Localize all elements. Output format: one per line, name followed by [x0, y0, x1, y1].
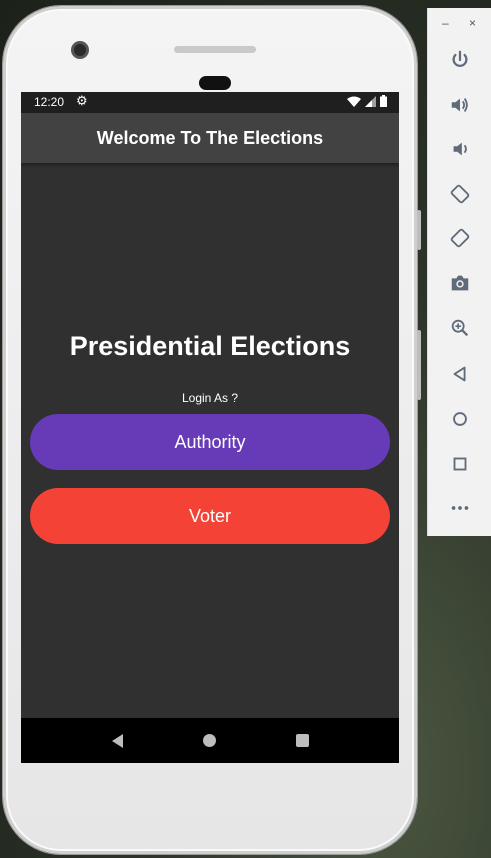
voter-button[interactable]: Voter — [30, 488, 390, 544]
volume-up-button[interactable] — [446, 91, 474, 119]
earpiece — [199, 76, 231, 90]
phone-side-button — [417, 330, 421, 400]
home-nav-button[interactable] — [446, 405, 474, 433]
rotate-right-button[interactable] — [446, 224, 474, 252]
app-bar: Welcome To The Elections — [21, 113, 399, 163]
screenshot-button[interactable] — [446, 269, 474, 297]
settings-icon: ⚙ — [76, 93, 88, 108]
front-camera — [71, 41, 89, 59]
speaker-grille — [174, 46, 256, 53]
authority-button-label: Authority — [174, 431, 246, 452]
back-icon — [111, 733, 123, 748]
rotate-left-icon — [450, 184, 470, 204]
more-button[interactable] — [446, 494, 474, 522]
more-icon — [451, 506, 469, 510]
home-button[interactable] — [195, 726, 225, 756]
phone-side-button — [417, 210, 421, 250]
minimize-button[interactable]: – — [442, 16, 449, 30]
main-content: Presidential Elections Login As ? Author… — [21, 163, 399, 718]
overview-button[interactable] — [288, 726, 318, 756]
voter-button-label: Voter — [188, 505, 232, 526]
volume-up-icon — [451, 98, 468, 112]
rotate-right-icon — [450, 228, 470, 248]
home-icon — [203, 734, 217, 747]
back-icon — [453, 366, 466, 382]
rotate-left-button[interactable] — [446, 180, 474, 208]
app-bar-title: Welcome To The Elections — [96, 127, 324, 148]
navigation-bar — [21, 718, 399, 763]
status-time: 12:20 — [34, 95, 65, 109]
login-prompt: Login As ? — [181, 391, 239, 405]
emulator-toolbar: – × — [427, 8, 491, 536]
page-title: Presidential Elections — [69, 331, 351, 361]
device-screen: 12:20 ⚙ Welcome To The Elections Preside… — [21, 92, 399, 763]
power-icon — [452, 50, 468, 67]
zoom-button[interactable] — [446, 314, 474, 342]
volume-down-button[interactable] — [446, 135, 474, 163]
zoom-icon — [451, 319, 469, 337]
close-button[interactable]: × — [469, 16, 476, 30]
signal-icon — [365, 95, 376, 107]
status-bar: 12:20 ⚙ — [21, 92, 399, 113]
back-button[interactable] — [102, 726, 132, 756]
overview-icon — [296, 734, 310, 747]
home-icon — [453, 412, 467, 426]
camera-icon — [451, 275, 469, 291]
status-icons — [347, 95, 387, 107]
battery-icon — [380, 95, 387, 107]
overview-icon — [453, 457, 467, 471]
back-nav-button[interactable] — [446, 360, 474, 388]
wifi-icon — [347, 96, 361, 107]
overview-nav-button[interactable] — [446, 450, 474, 478]
power-button[interactable] — [446, 46, 474, 74]
volume-down-icon — [453, 142, 467, 156]
authority-button[interactable]: Authority — [30, 414, 390, 470]
